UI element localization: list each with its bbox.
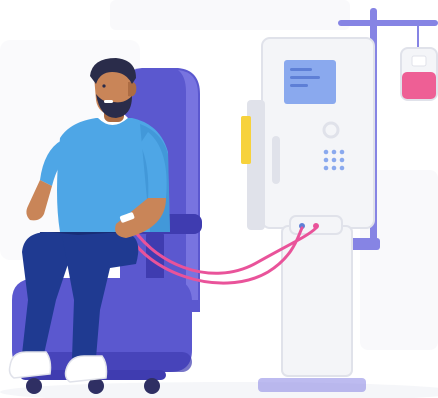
patient-shoe-right: [64, 355, 108, 383]
iv-bag-label: [411, 55, 427, 67]
machine-screen-line-2: [290, 76, 320, 79]
machine-screen-line-3: [290, 84, 308, 87]
patient-eye: [102, 84, 106, 88]
chair-wheel-left: [26, 378, 42, 394]
illustration-canvas: [0, 0, 438, 398]
iv-bag-fluid: [402, 72, 436, 99]
dialysis-illustration: [0, 0, 438, 398]
machine-handle: [272, 136, 280, 184]
machine-indicator: [241, 116, 251, 164]
patient-mouth: [104, 100, 113, 103]
iv-bag-icon: [400, 47, 438, 101]
machine-base: [258, 378, 366, 392]
iv-pole-arm: [338, 20, 438, 26]
machine-screen: [284, 60, 336, 104]
chair-wheel-right: [144, 378, 160, 394]
patient-shoe-left: [8, 351, 52, 379]
background-panel-top: [110, 0, 350, 30]
machine-keypad: [323, 149, 345, 171]
machine-screen-line-1: [290, 68, 312, 71]
